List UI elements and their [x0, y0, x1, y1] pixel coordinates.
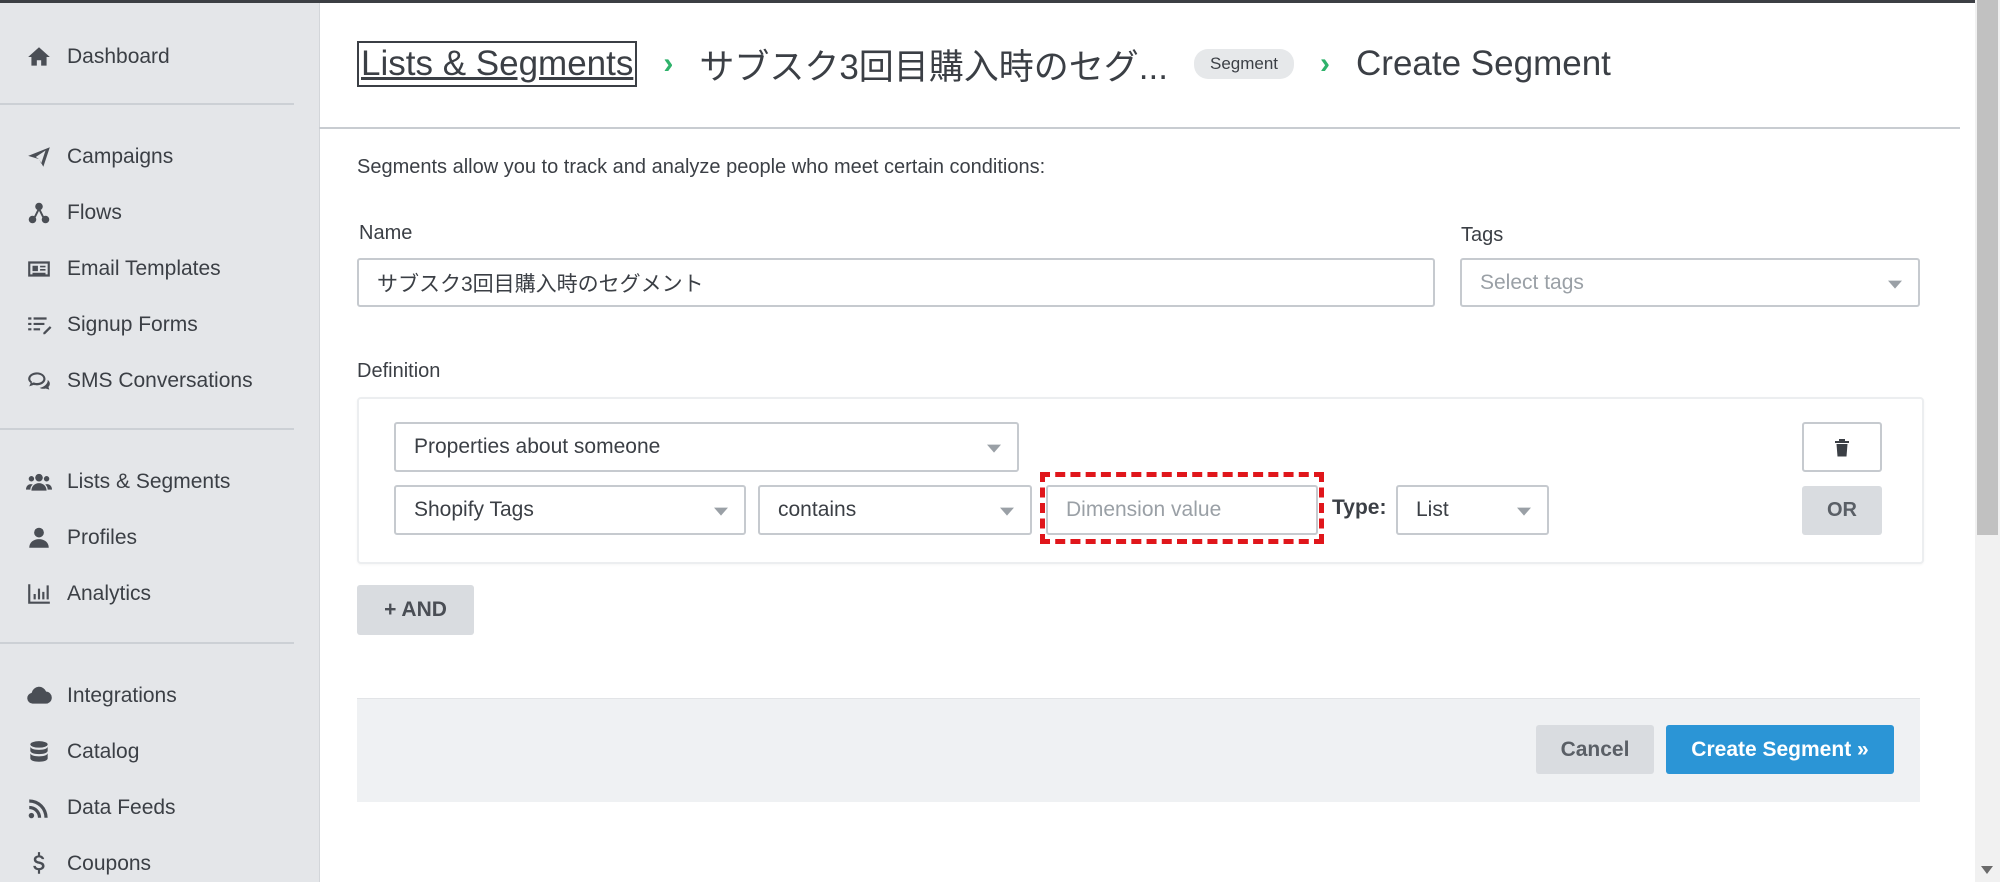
name-label: Name [359, 222, 413, 244]
chevron-down-icon [1517, 507, 1531, 516]
sidebar-item-analytics[interactable]: Analytics [25, 574, 151, 614]
name-input[interactable]: サブスク3回目購入時のセグメント [357, 258, 1435, 307]
sidebar-item-lists-segments[interactable]: Lists & Segments [25, 462, 230, 502]
tags-label: Tags [1461, 224, 1504, 246]
operator-select[interactable]: contains [758, 485, 1032, 535]
sidebar-item-label: Lists & Segments [67, 470, 231, 493]
sidebar-item-label: Analytics [67, 582, 152, 605]
sidebar-item-integrations[interactable]: Integrations [25, 676, 177, 716]
delete-condition-button[interactable] [1802, 422, 1882, 472]
create-segment-button[interactable]: Create Segment » [1666, 725, 1894, 774]
type-select[interactable]: List [1396, 485, 1549, 535]
sidebar-item-label: Coupons [67, 852, 152, 875]
type-label: Type: [1332, 496, 1387, 519]
tags-select[interactable]: Select tags [1460, 258, 1920, 307]
tags-placeholder: Select tags [1480, 270, 1584, 294]
chevron-right-icon: › [663, 47, 674, 80]
form-list-icon [25, 311, 53, 339]
sidebar-item-label: Dashboard [67, 45, 170, 68]
sidebar-item-signup-forms[interactable]: Signup Forms [25, 305, 198, 345]
or-button[interactable]: OR [1802, 486, 1882, 535]
chevron-down-icon [1000, 507, 1014, 516]
sidebar-divider [0, 428, 294, 430]
cancel-button[interactable]: Cancel [1536, 725, 1654, 774]
definition-label: Definition [357, 360, 441, 382]
sidebar-item-label: Data Feeds [67, 796, 176, 819]
segment-badge: Segment [1193, 49, 1295, 79]
property-select[interactable]: Shopify Tags [394, 485, 746, 535]
breadcrumb-lists-segments-link[interactable]: Lists & Segments [357, 41, 638, 87]
sidebar-item-sms-conversations[interactable]: SMS Conversations [25, 361, 253, 401]
trash-icon [1835, 438, 1849, 456]
breadcrumb: Lists & Segments › サブスク3回目購入時のセグ... Segm… [357, 34, 1611, 94]
highlight-box [1040, 472, 1324, 544]
rss-icon [25, 794, 53, 822]
sidebar-item-campaigns[interactable]: Campaigns [25, 137, 173, 177]
scroll-down-arrow-icon[interactable] [1981, 866, 1993, 874]
header-divider [319, 127, 1960, 129]
condition-type-value: Properties about someone [414, 435, 661, 458]
chevron-down-icon [987, 444, 1001, 453]
sidebar-item-catalog[interactable]: Catalog [25, 732, 139, 772]
breadcrumb-segment-name: サブスク3回目購入時のセグ... [699, 47, 1168, 87]
sidebar-item-email-templates[interactable]: Email Templates [25, 249, 221, 289]
sidebar-item-label: Campaigns [67, 145, 174, 168]
sidebar-item-label: Profiles [67, 526, 138, 549]
home-icon [25, 43, 53, 71]
flows-icon [25, 199, 53, 227]
sidebar-item-label: SMS Conversations [67, 369, 253, 392]
add-and-button[interactable]: + AND [357, 585, 474, 635]
dollar-icon [25, 850, 53, 878]
scrollbar-thumb[interactable] [1977, 0, 1998, 535]
newspaper-icon [25, 255, 53, 283]
sidebar-item-flows[interactable]: Flows [25, 193, 122, 233]
sidebar-item-label: Flows [67, 201, 122, 224]
chevron-down-icon [714, 507, 728, 516]
sidebar-item-label: Email Templates [67, 257, 221, 280]
chevron-down-icon [1888, 280, 1902, 289]
sidebar-item-data-feeds[interactable]: Data Feeds [25, 788, 176, 828]
property-value: Shopify Tags [414, 498, 534, 521]
sidebar: Dashboard Campaigns Flows Email Template… [0, 3, 320, 882]
sidebar-item-profiles[interactable]: Profiles [25, 518, 137, 558]
page-description: Segments allow you to track and analyze … [357, 156, 1046, 178]
condition-type-select[interactable]: Properties about someone [394, 422, 1019, 472]
database-icon [25, 738, 53, 766]
paper-plane-icon [25, 143, 53, 171]
sidebar-item-coupons[interactable]: Coupons [25, 844, 151, 884]
cloud-icon [25, 682, 53, 710]
operator-value: contains [778, 498, 857, 521]
type-value: List [1416, 498, 1449, 521]
page-title: Create Segment [1356, 44, 1611, 83]
sidebar-item-label: Integrations [67, 684, 177, 707]
sidebar-divider [0, 642, 294, 644]
sidebar-item-label: Catalog [67, 740, 140, 763]
chevron-right-icon: › [1320, 47, 1331, 80]
user-icon [25, 524, 53, 552]
chat-icon [25, 367, 53, 395]
name-input-value: サブスク3回目購入時のセグメント [377, 272, 704, 296]
sidebar-divider [0, 103, 294, 105]
users-icon [25, 468, 53, 496]
sidebar-item-label: Signup Forms [67, 313, 198, 336]
bar-chart-icon [25, 580, 53, 608]
sidebar-item-dashboard[interactable]: Dashboard [25, 37, 170, 77]
